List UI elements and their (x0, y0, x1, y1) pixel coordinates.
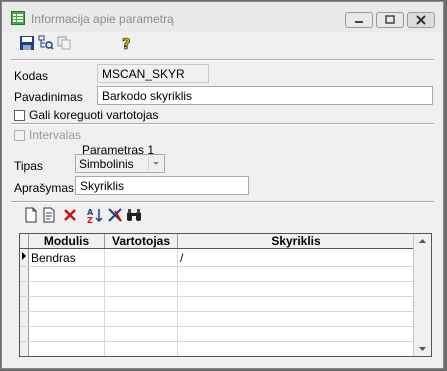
close-button[interactable] (407, 12, 435, 28)
delete-icon[interactable] (62, 207, 78, 223)
tipas-select-value: Simbolinis (79, 157, 134, 171)
empty-cell[interactable] (104, 311, 178, 327)
row-indicator-cell (20, 311, 29, 327)
binoculars-icon[interactable] (126, 207, 142, 223)
sort-az-icon[interactable]: A Z (87, 207, 103, 223)
cell-modulis[interactable]: Bendras (28, 248, 105, 267)
window-title: Informacija apie parametrą (31, 12, 174, 26)
empty-cell[interactable] (28, 296, 105, 312)
empty-cell[interactable] (28, 326, 105, 342)
empty-cell[interactable] (105, 357, 178, 358)
cell-skyriklis[interactable]: / (177, 248, 415, 267)
row-indicator-cell (20, 266, 29, 282)
empty-cell[interactable] (28, 266, 105, 282)
table-row[interactable]: Bendras / (20, 248, 415, 267)
kodas-label: Kodas (14, 69, 49, 83)
empty-table-row[interactable] (20, 341, 415, 356)
grid-separator (11, 201, 434, 203)
empty-table-row[interactable] (20, 357, 415, 358)
empty-table-row[interactable] (20, 326, 415, 342)
intervalas-label: Intervalas (29, 128, 82, 142)
gali-koreguoti-checkbox[interactable] (14, 110, 25, 121)
cell-vartotojas[interactable] (104, 248, 178, 267)
empty-table-row[interactable] (20, 281, 415, 297)
dialog-window: Informacija apie parametrą ? Kodas MSCAN… (1, 1, 444, 369)
row-indicator-cell (20, 341, 29, 356)
pavadinimas-label: Pavadinimas (14, 90, 83, 104)
form-separator (11, 123, 434, 125)
empty-cell[interactable] (177, 296, 415, 312)
svg-text:Z: Z (87, 216, 93, 223)
empty-table-row[interactable] (20, 311, 415, 327)
empty-cell[interactable] (177, 281, 415, 297)
save-icon[interactable] (19, 35, 35, 51)
row-indicator-cell (20, 296, 29, 312)
intervalas-checkbox (14, 130, 25, 141)
gali-koreguoti-label: Gali koreguoti vartotojas (29, 108, 159, 122)
empty-table-row[interactable] (20, 296, 415, 312)
aprasymas-label: Aprašymas (14, 181, 75, 195)
minimize-button[interactable] (345, 12, 373, 28)
current-row-indicator (20, 248, 29, 267)
row-indicator-cell (20, 281, 29, 297)
data-grid[interactable]: Modulis Vartotojas Skyriklis Bendras / (19, 233, 432, 357)
grid-table: Modulis Vartotojas Skyriklis Bendras / (20, 234, 415, 358)
column-header-vartotojas[interactable]: Vartotojas (104, 234, 178, 249)
empty-cell[interactable] (177, 266, 415, 282)
row-indicator-header (20, 234, 29, 249)
empty-cell[interactable] (104, 266, 178, 282)
empty-cell[interactable] (104, 341, 178, 356)
scroll-down-icon[interactable] (419, 347, 426, 351)
maximize-icon (385, 15, 395, 24)
kodas-field[interactable]: MSCAN_SKYR (97, 64, 209, 83)
empty-cell[interactable] (104, 326, 178, 342)
empty-cell[interactable] (177, 311, 415, 327)
row-pointer-icon (22, 252, 26, 260)
pavadinimas-field[interactable]: Barkodo skyriklis (97, 86, 433, 105)
empty-cell[interactable] (28, 341, 105, 356)
tree-search-icon[interactable] (38, 35, 54, 51)
row-indicator-cell (20, 326, 29, 342)
title-bar[interactable]: Informacija apie parametrą (2, 2, 443, 32)
edit-document-icon[interactable] (41, 207, 57, 223)
scroll-up-icon[interactable] (419, 239, 426, 243)
copy-icon[interactable] (56, 35, 72, 51)
empty-cell[interactable] (28, 281, 105, 297)
toolbar-separator (11, 59, 434, 61)
column-header-modulis[interactable]: Modulis (28, 234, 105, 249)
empty-cell[interactable] (177, 326, 415, 342)
empty-cell[interactable] (28, 311, 105, 327)
grid-vertical-scrollbar[interactable] (413, 234, 431, 356)
clear-filter-icon[interactable] (107, 207, 123, 223)
maximize-button[interactable] (376, 12, 404, 28)
row-indicator-cell (20, 357, 29, 358)
new-document-icon[interactable] (23, 207, 39, 223)
close-icon (416, 15, 426, 25)
empty-cell[interactable] (104, 296, 178, 312)
empty-cell[interactable] (178, 357, 415, 358)
empty-table-row[interactable] (20, 266, 415, 282)
tipas-label: Tipas (14, 159, 43, 173)
empty-cell[interactable] (104, 281, 178, 297)
help-icon[interactable]: ? (119, 35, 135, 51)
chevron-down-icon[interactable] (148, 156, 163, 171)
grid-header-row: Modulis Vartotojas Skyriklis (20, 234, 415, 249)
empty-cell[interactable] (177, 341, 415, 356)
svg-text:?: ? (122, 35, 131, 51)
aprasymas-field[interactable]: Skyriklis (75, 176, 249, 195)
column-header-skyriklis[interactable]: Skyriklis (177, 234, 415, 249)
minimize-icon (355, 21, 363, 23)
form-app-icon (11, 11, 25, 25)
scrollbar-graphic (419, 239, 426, 351)
empty-cell[interactable] (29, 357, 105, 358)
tipas-select[interactable]: Simbolinis (75, 154, 165, 173)
